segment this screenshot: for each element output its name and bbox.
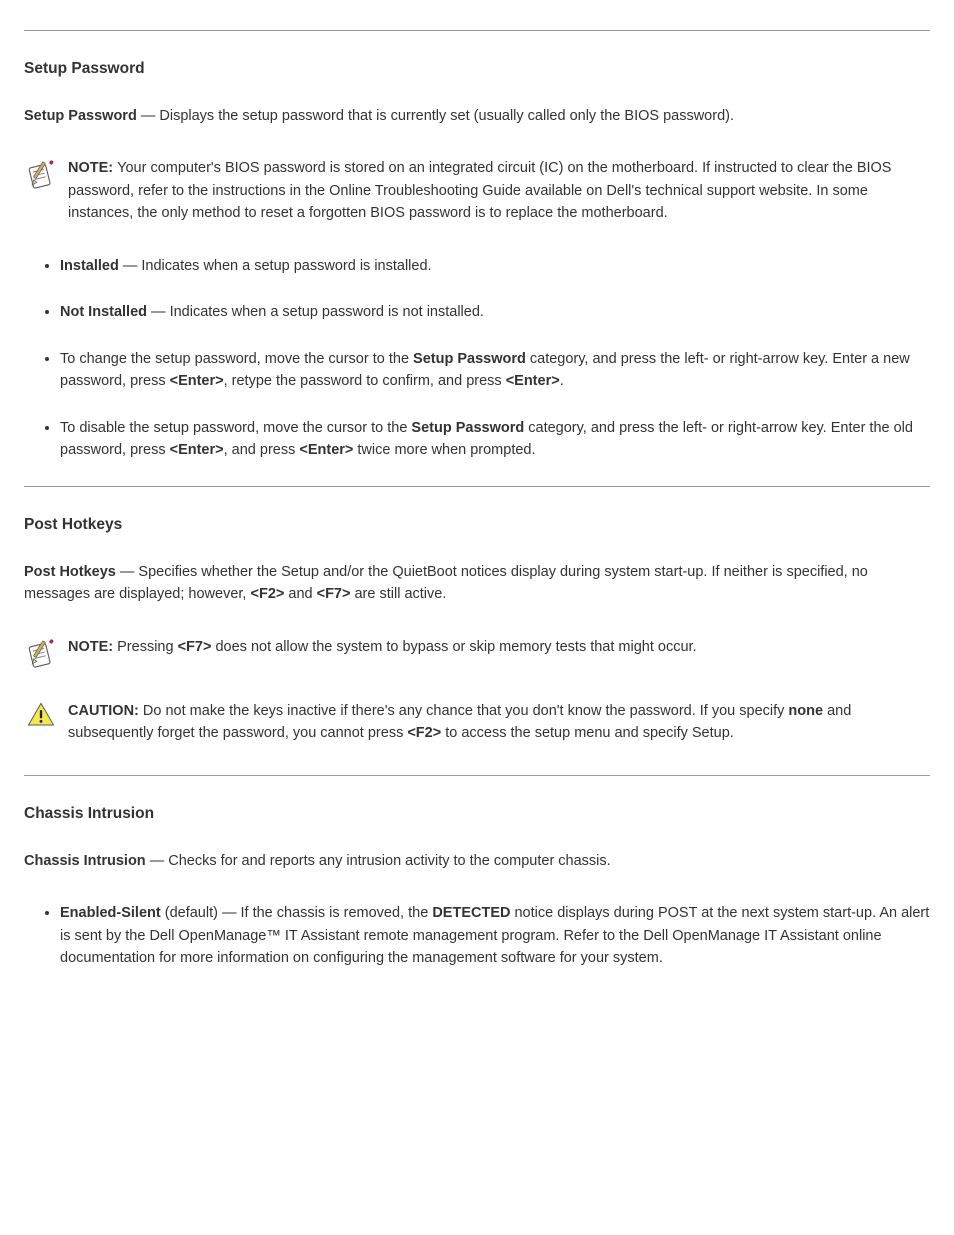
summary-chassis-intrusion: Chassis Intrusion — Checks for and repor… [24,850,930,872]
li-key: Setup Password [413,351,526,367]
li-mid: , and press [224,442,300,458]
divider [24,30,930,31]
summary-lead: Setup Password [24,108,137,124]
caution-em: none [788,703,823,719]
summary-rest: — Displays the setup password that is cu… [137,108,734,124]
list-item: Not Installed — Indicates when a setup p… [60,301,930,323]
summary-lead: Chassis Intrusion [24,853,146,869]
li-mid: , retype the password to confirm, and pr… [224,373,506,389]
caution-key: <F2> [407,725,441,741]
li-tail: twice more when prompted. [353,442,535,458]
divider [24,775,930,776]
summary-mid: and [284,586,316,602]
note-prefix: NOTE: [68,639,117,655]
summary-key: <F7> [317,586,351,602]
summary-post-hotkeys: Post Hotkeys — Specifies whether the Set… [24,561,930,606]
li-lead: To change the setup password, move the c… [60,351,413,367]
summary-setup-password: Setup Password — Displays the setup pass… [24,105,930,127]
caution-post-hotkeys: CAUTION: Do not make the keys inactive i… [24,700,930,745]
list-item: Installed — Indicates when a setup passw… [60,255,930,277]
caution-prefix: CAUTION: [68,703,143,719]
li-key: Setup Password [411,420,524,436]
summary-tail: are still active. [350,586,446,602]
divider [24,486,930,487]
heading-post-hotkeys: Post Hotkeys [24,513,930,537]
note-icon [24,157,58,191]
note-text-wrap: NOTE: Your computer's BIOS password is s… [68,157,930,224]
li-rest: — Indicates when a setup password is not… [147,304,484,320]
setup-password-list: Installed — Indicates when a setup passw… [24,255,930,462]
li-tail: . [560,373,564,389]
li-key: <Enter> [170,442,224,458]
note-setup-password: NOTE: Your computer's BIOS password is s… [24,157,930,224]
heading-setup-password: Setup Password [24,57,930,81]
li-key: <Enter> [299,442,353,458]
li-mid: (default) — If the chassis is removed, t… [161,905,433,921]
list-item: Enabled-Silent (default) — If the chassi… [60,902,930,969]
note-prefix: NOTE: [68,160,117,176]
note-body: Your computer's BIOS password is stored … [68,160,891,221]
list-item: To disable the setup password, move the … [60,417,930,462]
note-text-wrap: NOTE: Pressing <F7> does not allow the s… [68,636,930,658]
heading-chassis-intrusion: Chassis Intrusion [24,802,930,826]
caution-tail: to access the setup menu and specify Set… [441,725,734,741]
note-post-hotkeys: NOTE: Pressing <F7> does not allow the s… [24,636,930,670]
summary-key: <F2> [251,586,285,602]
note-key: <F7> [178,639,212,655]
caution-text-wrap: CAUTION: Do not make the keys inactive i… [68,700,930,745]
caution-lead: Do not make the keys inactive if there's… [143,703,789,719]
li-key: <Enter> [506,373,560,389]
li-label: Not Installed [60,304,147,320]
li-label: Enabled-Silent [60,905,161,921]
li-lead: To disable the setup password, move the … [60,420,411,436]
li-key: <Enter> [170,373,224,389]
note-rest: does not allow the system to bypass or s… [211,639,696,655]
note-icon [24,636,58,670]
li-label2: DETECTED [432,905,510,921]
summary-lead: Post Hotkeys [24,564,116,580]
warning-icon [24,700,58,734]
list-item: To change the setup password, move the c… [60,348,930,393]
note-lead: Pressing [117,639,177,655]
summary-rest: — Checks for and reports any intrusion a… [146,853,611,869]
li-rest: — Indicates when a setup password is ins… [119,258,432,274]
li-label: Installed [60,258,119,274]
chassis-intrusion-list: Enabled-Silent (default) — If the chassi… [24,902,930,969]
